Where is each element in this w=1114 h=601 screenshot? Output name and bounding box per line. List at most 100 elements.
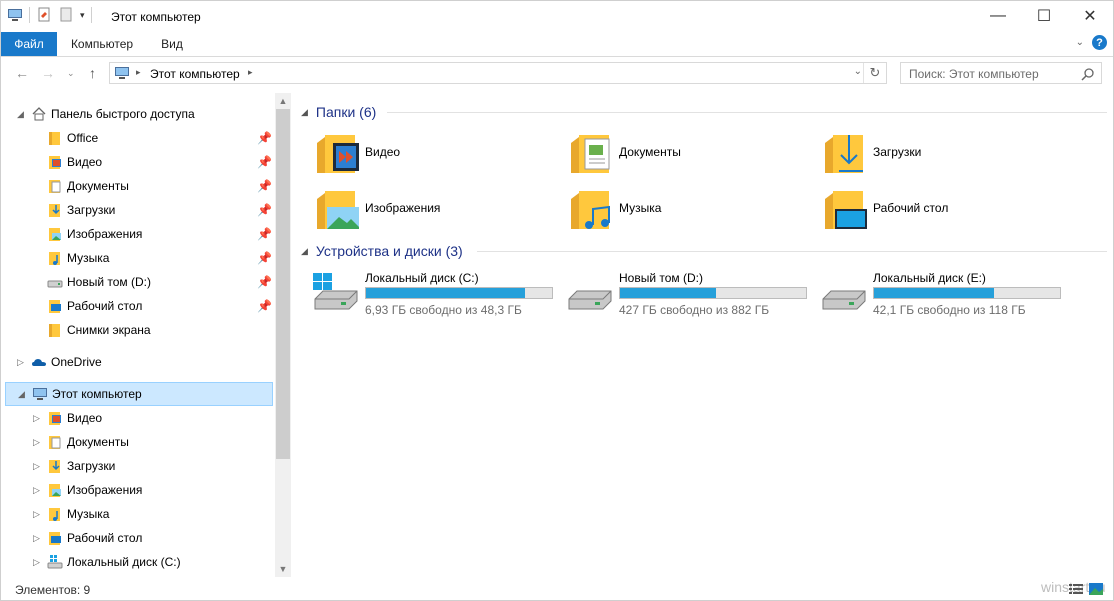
tree-item-video[interactable]: Видео 📌 [1, 151, 273, 173]
drives-group-header[interactable]: ◢ Устройства и диски (3) [301, 241, 463, 261]
expand-arrow-icon[interactable]: ▷ [33, 557, 40, 568]
drive-free-space: 6,93 ГБ свободно из 48,3 ГБ [365, 303, 522, 317]
tree-onedrive[interactable]: ▷ OneDrive [1, 351, 273, 373]
tree-pc-local-disk-c[interactable]: ▷ Локальный диск (C:) [1, 551, 273, 573]
up-arrow-icon[interactable]: ↑ [89, 65, 96, 81]
pin-icon[interactable]: 📌 [257, 155, 272, 169]
back-arrow-icon[interactable]: ← [15, 65, 29, 81]
tree-item-downloads[interactable]: Загрузки 📌 [1, 199, 273, 221]
folder-name: Документы [619, 145, 681, 159]
minimize-button[interactable]: — [975, 1, 1021, 31]
tree-label: Видео [67, 155, 103, 169]
expand-arrow-icon[interactable]: ▷ [33, 413, 40, 424]
tree-item-music[interactable]: Музыка 📌 [1, 247, 273, 269]
folder-tile-music[interactable]: Музыка [553, 183, 793, 235]
folder-tile-downloads[interactable]: Загрузки [807, 127, 1047, 179]
collapse-arrow-icon[interactable]: ◢ [17, 109, 24, 120]
folder-tile-desktop[interactable]: Рабочий стол [807, 183, 1047, 235]
new-folder-icon[interactable] [58, 7, 74, 23]
expand-arrow-icon[interactable]: ▷ [33, 437, 40, 448]
details-view-icon[interactable] [1069, 583, 1083, 595]
scroll-down-icon[interactable]: ▼ [275, 561, 291, 577]
tree-item-screenshots[interactable]: Снимки экрана [1, 319, 273, 341]
pin-icon[interactable]: 📌 [257, 227, 272, 241]
pin-icon[interactable]: 📌 [257, 251, 272, 265]
drive-free-space: 42,1 ГБ свободно из 118 ГБ [873, 303, 1026, 317]
tab-file[interactable]: Файл [1, 32, 57, 56]
breadcrumb-arrow-icon[interactable]: ▸ [248, 67, 253, 78]
nav-scrollbar[interactable]: ▲ ▼ [275, 93, 291, 577]
drive-tile-e[interactable]: Локальный диск (E:) 42,1 ГБ свободно из … [807, 267, 1061, 319]
tree-pc-music[interactable]: ▷ Музыка [1, 503, 273, 525]
navigation-pane: ◢ Панель быстрого доступа Office 📌 Видео… [1, 93, 291, 577]
group-divider [477, 251, 1107, 252]
folder-name: Загрузки [873, 145, 922, 159]
folders-group-header[interactable]: ◢ Папки (6) [301, 102, 376, 122]
collapse-arrow-icon[interactable]: ◢ [301, 107, 308, 118]
scroll-thumb[interactable] [276, 109, 290, 459]
maximize-button[interactable]: ☐ [1021, 1, 1067, 31]
pictures-folder-icon [49, 228, 61, 241]
expand-arrow-icon[interactable]: ▷ [33, 509, 40, 520]
customize-toolbar-icon[interactable]: ▾ [80, 10, 85, 21]
computer-icon[interactable] [7, 7, 23, 23]
search-icon[interactable] [1081, 67, 1095, 81]
documents-folder-icon [49, 436, 61, 449]
folder-tile-video[interactable]: Видео [299, 127, 539, 179]
address-dropdown-icon[interactable]: ⌄ [854, 66, 862, 77]
drive-tile-d[interactable]: Новый том (D:) 427 ГБ свободно из 882 ГБ [553, 267, 807, 319]
expand-arrow-icon[interactable]: ▷ [33, 533, 40, 544]
ribbon-right: ⌄ ? [1076, 35, 1107, 50]
search-input[interactable]: Поиск: Этот компьютер [900, 62, 1102, 84]
drive-icon [822, 290, 866, 310]
tree-item-desktop[interactable]: Рабочий стол 📌 [1, 295, 273, 317]
scroll-up-icon[interactable]: ▲ [275, 93, 291, 109]
tree-pc-video[interactable]: ▷ Видео [1, 407, 273, 429]
status-bar: Элементов: 9 winstart.ru [1, 577, 1113, 601]
breadcrumb-this-pc[interactable]: Этот компьютер [150, 67, 240, 81]
pin-icon[interactable]: 📌 [257, 203, 272, 217]
tree-pc-pictures[interactable]: ▷ Изображения [1, 479, 273, 501]
close-button[interactable]: ✕ [1067, 1, 1113, 31]
tree-pc-downloads[interactable]: ▷ Загрузки [1, 455, 273, 477]
tree-label: Документы [67, 435, 129, 449]
tree-quick-access[interactable]: ◢ Панель быстрого доступа [1, 103, 273, 125]
pin-icon[interactable]: 📌 [257, 179, 272, 193]
tree-label: Изображения [67, 227, 143, 241]
expand-ribbon-icon[interactable]: ⌄ [1076, 37, 1084, 48]
tree-item-documents[interactable]: Документы 📌 [1, 175, 273, 197]
expand-arrow-icon[interactable]: ▷ [33, 461, 40, 472]
collapse-arrow-icon[interactable]: ◢ [301, 246, 308, 257]
folder-name: Музыка [619, 201, 662, 215]
pin-icon[interactable]: 📌 [257, 275, 272, 289]
forward-arrow-icon[interactable]: → [41, 65, 55, 81]
help-icon[interactable]: ? [1092, 35, 1107, 50]
recent-locations-icon[interactable]: ⌄ [67, 68, 75, 79]
video-folder-icon [49, 156, 61, 169]
drive-name: Локальный диск (C:) [365, 271, 479, 285]
properties-icon[interactable] [36, 7, 52, 23]
tree-pc-documents[interactable]: ▷ Документы [1, 431, 273, 453]
drive-tile-c[interactable]: Локальный диск (C:) 6,93 ГБ свободно из … [299, 267, 553, 319]
tree-this-pc[interactable]: ◢ Этот компьютер [5, 382, 273, 406]
tree-item-new-volume-d[interactable]: Новый том (D:) 📌 [1, 271, 273, 293]
folder-icon [49, 132, 60, 145]
tree-item-office[interactable]: Office 📌 [1, 127, 273, 149]
collapse-arrow-icon[interactable]: ◢ [18, 389, 25, 400]
tree-pc-desktop[interactable]: ▷ Рабочий стол [1, 527, 273, 549]
folder-name: Видео [365, 145, 401, 159]
folder-tile-pictures[interactable]: Изображения [299, 183, 539, 235]
pin-icon[interactable]: 📌 [257, 131, 272, 145]
refresh-icon[interactable]: ↻ [863, 63, 886, 83]
expand-arrow-icon[interactable]: ▷ [17, 357, 24, 368]
folder-tile-documents[interactable]: Документы [553, 127, 793, 179]
large-icons-view-icon[interactable] [1089, 583, 1103, 595]
downloads-folder-icon [825, 135, 863, 173]
expand-arrow-icon[interactable]: ▷ [33, 485, 40, 496]
pin-icon[interactable]: 📌 [257, 299, 272, 313]
address-bar[interactable]: ▸ Этот компьютер ▸ ⌄ ↻ [109, 62, 887, 84]
breadcrumb-arrow-icon[interactable]: ▸ [136, 67, 141, 78]
tab-computer[interactable]: Компьютер [57, 32, 147, 56]
tab-view[interactable]: Вид [147, 32, 197, 56]
tree-item-pictures[interactable]: Изображения 📌 [1, 223, 273, 245]
